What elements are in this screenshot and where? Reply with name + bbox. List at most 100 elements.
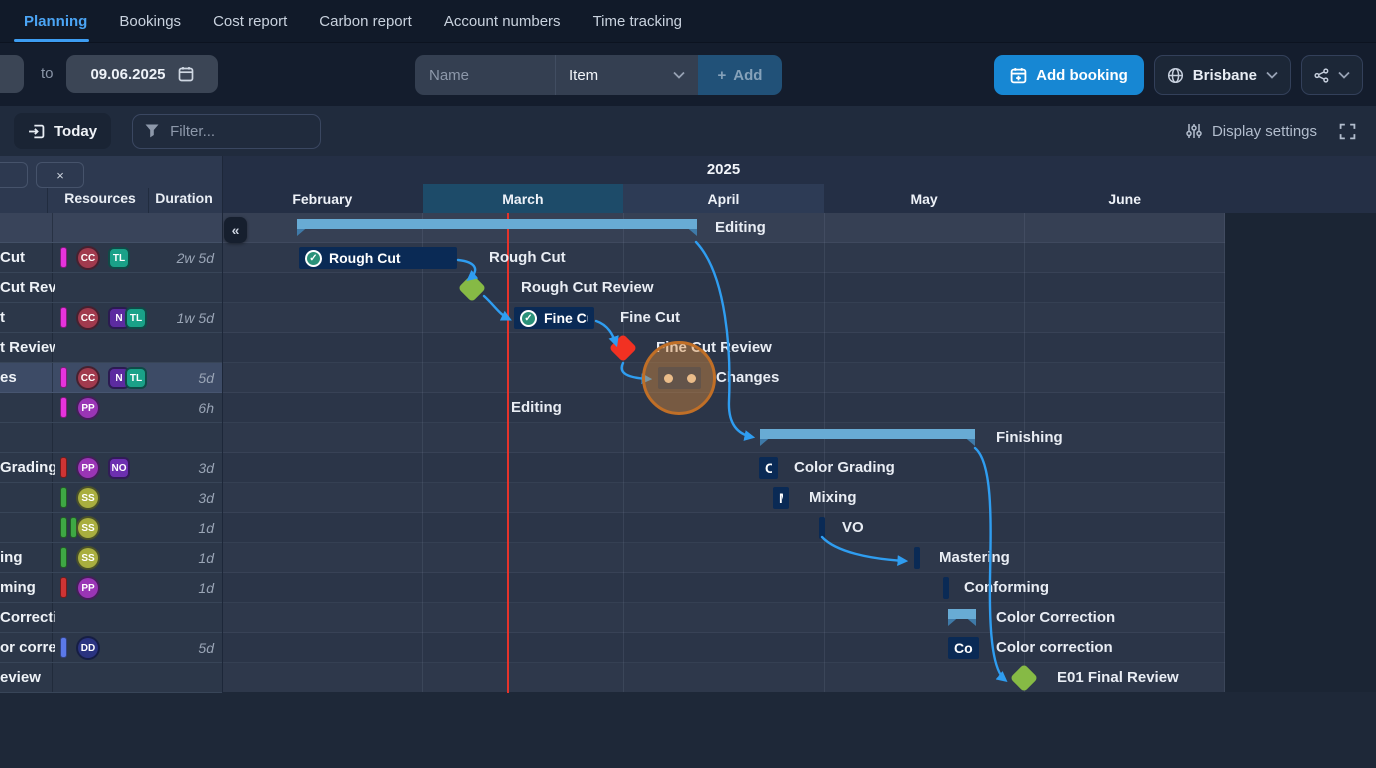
filter-input-box[interactable] (132, 114, 321, 149)
left-row-0[interactable] (0, 213, 222, 243)
fullscreen-icon[interactable] (1339, 123, 1356, 140)
add-button[interactable]: + Add (698, 55, 782, 95)
column-divider (52, 243, 53, 272)
row-name: Cut Revi (0, 273, 55, 303)
avatar-ss[interactable]: SS (76, 486, 100, 510)
row-name (0, 483, 55, 513)
avatar-ss[interactable]: SS (76, 516, 100, 540)
name-input[interactable] (415, 55, 555, 95)
resource-color-bars (60, 247, 67, 268)
item-select[interactable]: Item (555, 55, 698, 95)
timeline-months: FebruaryMarchAprilMayJune (222, 184, 1225, 213)
gantt-chart: « Editing✓Rough CutRough CutRough Cut Re… (222, 213, 1225, 693)
avatar-cc[interactable]: CC (76, 366, 100, 390)
add-booking-button[interactable]: Add booking (994, 55, 1144, 95)
tab-carbon-report[interactable]: Carbon report (303, 0, 428, 42)
left-row-5[interactable]: esCCNTL5d (0, 363, 222, 393)
avatar-pp[interactable]: PP (76, 576, 100, 600)
avatar-no[interactable]: NO (108, 457, 130, 479)
left-row-4[interactable]: t Review (0, 333, 222, 363)
avatar-dd[interactable]: DD (76, 636, 100, 660)
left-row-13[interactable]: Correctio (0, 603, 222, 633)
left-panel-rows: CutCCTL2w 5dCut RevitCCNTL1w 5dt Reviewe… (0, 213, 223, 693)
column-divider (52, 573, 53, 602)
left-row-7[interactable] (0, 423, 222, 453)
summary-bar-fill (760, 429, 975, 439)
summary-bar-finishing[interactable] (760, 429, 975, 446)
month-february[interactable]: February (222, 184, 423, 213)
month-may[interactable]: May (824, 184, 1025, 213)
display-settings-label: Display settings (1212, 123, 1317, 140)
summary-bar-color-correction[interactable] (948, 609, 976, 626)
left-row-6[interactable]: PP6h (0, 393, 222, 423)
left-row-11[interactable]: ingSS1d (0, 543, 222, 573)
filter-input[interactable] (168, 122, 282, 141)
resource-color-bar-green (60, 517, 67, 538)
tab-time-tracking[interactable]: Time tracking (577, 0, 698, 42)
column-divider (52, 513, 53, 542)
row-name: t Review (0, 333, 55, 363)
avatar-cc[interactable]: CC (76, 306, 100, 330)
left-row-12[interactable]: mingPP1d (0, 573, 222, 603)
left-row-14[interactable]: or correcDD5d (0, 633, 222, 663)
avatar-cc[interactable]: CC (76, 246, 100, 270)
task-bar-mastering[interactable] (914, 547, 920, 569)
row-name: or correc (0, 633, 55, 663)
tab-bookings[interactable]: Bookings (103, 0, 197, 42)
today-button[interactable]: Today (14, 113, 111, 149)
resource-color-bar-magenta (60, 247, 67, 268)
task-bar-color-grading[interactable]: Color Grading (759, 457, 778, 479)
avatar-pp[interactable]: PP (76, 456, 100, 480)
column-divider (52, 603, 53, 632)
avatar-ss[interactable]: SS (76, 546, 100, 570)
tab-planning[interactable]: Planning (8, 0, 103, 42)
resource-color-bar-red (60, 577, 67, 598)
collapse-panel-button[interactable]: « (224, 217, 247, 243)
resource-avatars: PP (76, 576, 100, 600)
left-row-15[interactable]: eview (0, 663, 222, 693)
month-june[interactable]: June (1024, 184, 1225, 213)
tab-account-numbers[interactable]: Account numbers (428, 0, 577, 42)
month-april[interactable]: April (623, 184, 824, 213)
row-name: es (0, 363, 55, 393)
left-row-10[interactable]: SS1d (0, 513, 222, 543)
avatar-tl[interactable]: TL (125, 307, 147, 329)
column-divider (52, 483, 53, 512)
close-panel-button[interactable]: × (36, 162, 84, 188)
task-bar-color-correction[interactable]: Color correction (948, 637, 979, 659)
task-bar-text: Rough Cut (329, 250, 451, 266)
task-bar-fine-cut[interactable]: ✓Fine Cut (514, 307, 594, 329)
gantt-label-color-grading: Color Grading (794, 453, 895, 483)
chevron-down-icon (673, 71, 685, 79)
duration-value: 1w 5d (177, 303, 214, 333)
start-date-field[interactable] (0, 55, 24, 93)
tab-cost-report[interactable]: Cost report (197, 0, 303, 42)
left-row-8[interactable]: GradingPPNO3d (0, 453, 222, 483)
month-march[interactable]: March (423, 184, 624, 213)
display-settings-button[interactable]: Display settings (1186, 123, 1317, 140)
avatar-tl[interactable]: TL (125, 367, 147, 389)
task-bar-text: Color correction (954, 640, 973, 656)
left-row-9[interactable]: SS3d (0, 483, 222, 513)
task-bar-vo[interactable] (819, 517, 825, 539)
summary-bar-editing[interactable] (297, 219, 697, 236)
left-row-1[interactable]: CutCCTL2w 5d (0, 243, 222, 273)
resource-color-bar-green (60, 487, 67, 508)
gantt-label-e01-final-review: E01 Final Review (1057, 663, 1179, 693)
location-selector[interactable]: Brisbane (1154, 55, 1291, 95)
calendar-plus-icon (1010, 67, 1027, 84)
gantt-label-finishing: Finishing (996, 423, 1063, 453)
left-row-2[interactable]: Cut Revi (0, 273, 222, 303)
task-bar-rough-cut[interactable]: ✓Rough Cut (299, 247, 457, 269)
end-date-field[interactable]: 09.06.2025 (66, 55, 218, 93)
left-row-3[interactable]: tCCNTL1w 5d (0, 303, 222, 333)
avatar-tl[interactable]: TL (108, 247, 130, 269)
share-menu-button[interactable] (1301, 55, 1363, 95)
panel-tool-chip[interactable] (0, 162, 28, 188)
summary-bar-fill (948, 609, 976, 619)
task-bar-mixing[interactable]: Mixing (773, 487, 789, 509)
resource-color-bars (60, 517, 77, 538)
task-bar-conforming[interactable] (943, 577, 949, 599)
task-bar-text: Fine Cut (544, 310, 588, 326)
avatar-pp[interactable]: PP (76, 396, 100, 420)
